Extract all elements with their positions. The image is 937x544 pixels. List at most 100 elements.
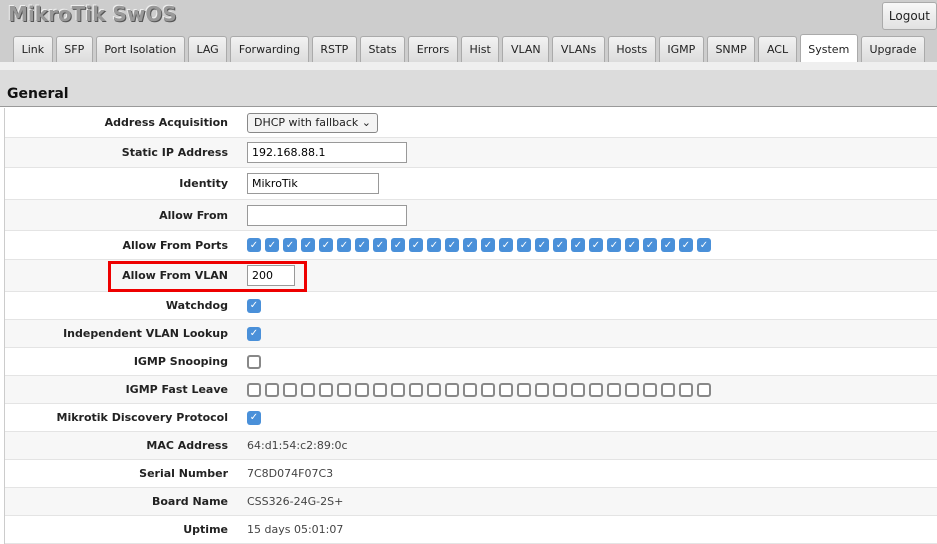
igmp-fast-leave-port-checkbox-19[interactable] [571,382,585,397]
igmp-fast-leave-port-checkbox-18[interactable] [553,382,567,397]
tab-link[interactable]: Link [13,36,53,62]
igmp-fast-leave-port-checkbox-22[interactable] [625,382,639,397]
allow-from-port-checkbox-22[interactable]: ✓ [625,238,639,252]
allow-from-port-checkbox-9[interactable]: ✓ [391,238,405,252]
static-ip-input[interactable] [247,142,407,163]
tab-hosts[interactable]: Hosts [607,36,656,62]
row-allow-from-vlan: Allow From VLAN [5,260,937,292]
igmp-fast-leave-port-checkbox-15[interactable] [499,382,513,397]
row-serial: Serial Number 7C8D074F07C3 [5,460,937,488]
mdp-checkbox[interactable]: ✓ [247,410,261,425]
igmp-fast-leave-port-checkbox-10[interactable] [409,382,423,397]
logout-button[interactable]: Logout [881,2,937,30]
label: IGMP Fast Leave [125,383,228,396]
tab-upgrade[interactable]: Upgrade [860,36,926,62]
logo: MikroTik SwOS [8,2,177,26]
allow-from-port-checkbox-14[interactable]: ✓ [481,238,495,252]
tab-vlans[interactable]: VLANs [552,36,605,62]
igmp-fast-leave-port-checkbox-11[interactable] [427,382,441,397]
label: Board Name [151,495,228,508]
allow-from-port-checkbox-23[interactable]: ✓ [643,238,657,252]
igmp-fast-leave-port-checkbox-21[interactable] [607,382,621,397]
igmp-fast-leave-port-checkbox-9[interactable] [391,382,405,397]
row-igmp-fast-leave: IGMP Fast Leave [5,376,937,404]
identity-input[interactable] [247,173,379,194]
tab-rstp[interactable]: RSTP [311,36,357,62]
tab-forwarding[interactable]: Forwarding [230,36,309,62]
igmp-fast-leave-port-checkbox-8[interactable] [373,382,387,397]
allow-from-port-checkbox-26[interactable]: ✓ [697,238,711,252]
row-identity: Identity [5,168,937,200]
allow-from-port-checkbox-1[interactable]: ✓ [247,238,261,252]
row-watchdog: Watchdog ✓ [5,292,937,320]
divider [0,62,937,70]
allow-from-port-checkbox-2[interactable]: ✓ [265,238,279,252]
allow-from-port-checkbox-7[interactable]: ✓ [355,238,369,252]
highlight-box [108,261,307,292]
watchdog-checkbox[interactable]: ✓ [247,298,261,313]
tab-snmp[interactable]: SNMP [706,36,756,62]
row-uptime: Uptime 15 days 05:01:07 [5,516,937,544]
igmp-fast-leave-port-checkbox-17[interactable] [535,382,549,397]
igmp-fast-leave-port-checkbox-3[interactable] [283,382,297,397]
label: Allow From [159,208,228,222]
allow-from-port-checkbox-25[interactable]: ✓ [679,238,693,252]
igmp-fast-leave-port-checkbox-24[interactable] [661,382,675,397]
igmp-fast-leave-port-checkbox-1[interactable] [247,382,261,397]
tab-hist[interactable]: Hist [460,36,500,62]
row-board: Board Name CSS326-24G-2S+ [5,488,937,516]
allow-from-port-checkbox-16[interactable]: ✓ [517,238,531,252]
tab-lag[interactable]: LAG [187,36,228,62]
tab-system[interactable]: System [799,34,858,62]
igmp-fast-leave-port-checkbox-23[interactable] [643,382,657,397]
row-allow-from: Allow From [5,200,937,231]
igmp-fast-leave-port-checkbox-16[interactable] [517,382,531,397]
igmp-fast-leave-port-checkbox-13[interactable] [463,382,477,397]
allow-from-input[interactable] [247,204,407,226]
allow-from-port-checkbox-12[interactable]: ✓ [445,238,459,252]
tab-igmp[interactable]: IGMP [658,36,704,62]
igmp-fast-leave-port-checkbox-6[interactable] [337,382,351,397]
label: Address Acquisition [104,116,228,129]
igmp-fast-leave-port-checkbox-12[interactable] [445,382,459,397]
igmp-fast-leave-port-checkbox-25[interactable] [679,382,693,397]
tab-sfp[interactable]: SFP [55,36,93,62]
ivl-checkbox[interactable]: ✓ [247,326,261,341]
address-acquisition-select[interactable]: DHCP with fallback ⌄ [247,112,378,133]
igmp-fast-leave-port-checkbox-14[interactable] [481,382,495,397]
board-value: CSS326-24G-2S+ [247,495,344,508]
allow-from-port-checkbox-8[interactable]: ✓ [373,238,387,252]
allow-from-port-checkbox-24[interactable]: ✓ [661,238,675,252]
label: Mikrotik Discovery Protocol [56,411,228,424]
igmp-fast-leave-port-checkbox-26[interactable] [697,382,711,397]
allow-from-port-checkbox-11[interactable]: ✓ [427,238,441,252]
allow-from-port-checkbox-10[interactable]: ✓ [409,238,423,252]
tab-stats[interactable]: Stats [359,36,406,62]
row-address-acquisition: Address Acquisition DHCP with fallback ⌄ [5,108,937,138]
igmp-fast-leave-port-checkbox-20[interactable] [589,382,603,397]
allow-from-port-checkbox-6[interactable]: ✓ [337,238,351,252]
label: Allow From Ports [122,238,228,252]
selected-value: DHCP with fallback [254,115,359,129]
allow-from-port-checkbox-4[interactable]: ✓ [301,238,315,252]
allow-from-port-checkbox-20[interactable]: ✓ [589,238,603,252]
igmp-fast-leave-port-checkbox-4[interactable] [301,382,315,397]
settings-table: Address Acquisition DHCP with fallback ⌄… [4,108,937,544]
allow-from-port-checkbox-15[interactable]: ✓ [499,238,513,252]
igmp-fast-leave-port-checkbox-5[interactable] [319,382,333,397]
tab-port-isolation[interactable]: Port Isolation [95,36,185,62]
tab-errors[interactable]: Errors [408,36,458,62]
row-igmp-snooping: IGMP Snooping [5,348,937,376]
tab-acl[interactable]: ACL [758,36,797,62]
allow-from-port-checkbox-13[interactable]: ✓ [463,238,477,252]
tab-vlan[interactable]: VLAN [502,36,550,62]
igmp-fast-leave-port-checkbox-7[interactable] [355,382,369,397]
allow-from-port-checkbox-18[interactable]: ✓ [553,238,567,252]
allow-from-port-checkbox-17[interactable]: ✓ [535,238,549,252]
allow-from-port-checkbox-5[interactable]: ✓ [319,238,333,252]
allow-from-port-checkbox-19[interactable]: ✓ [571,238,585,252]
igmp-fast-leave-port-checkbox-2[interactable] [265,382,279,397]
allow-from-port-checkbox-21[interactable]: ✓ [607,238,621,252]
allow-from-port-checkbox-3[interactable]: ✓ [283,238,297,252]
igmp-snooping-checkbox[interactable] [247,354,261,369]
